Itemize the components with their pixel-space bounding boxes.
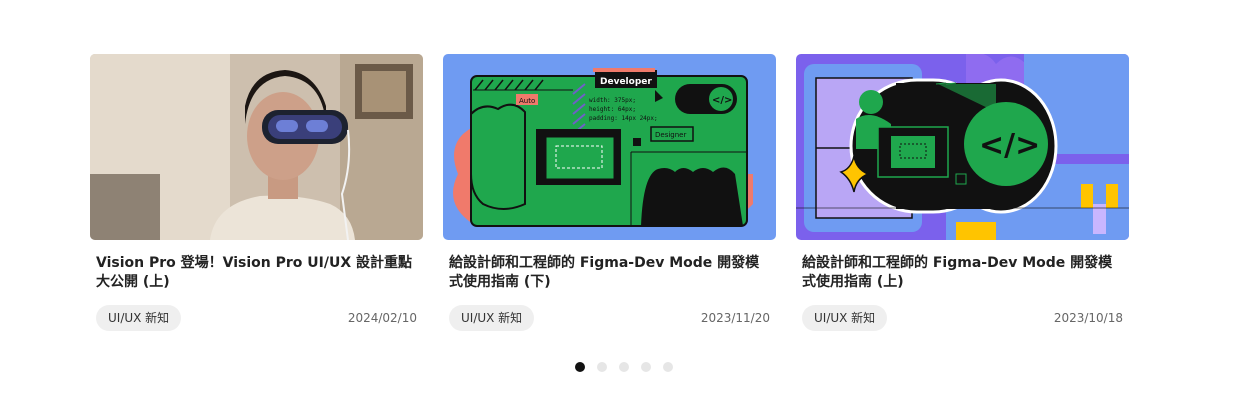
article-title[interactable]: Vision Pro 登場！Vision Pro UI/UX 設計重點大公開 (… <box>96 254 416 292</box>
pagination-dot-1[interactable] <box>575 362 585 372</box>
article-carousel: Vision Pro 登場！Vision Pro UI/UX 設計重點大公開 (… <box>90 54 1130 344</box>
carousel-pagination <box>0 362 1248 372</box>
pagination-dot-2[interactable] <box>597 362 607 372</box>
category-tag[interactable]: UI/UX 新知 <box>96 305 182 331</box>
code-icon: </> <box>979 128 1040 163</box>
article-card-figma-dev-mode-part2[interactable]: Auto Developer width: 375px; height: 64p… <box>443 54 776 334</box>
article-card-figma-dev-mode-part1[interactable]: </> 給設計師和工程師的 Figma-Dev Mode 開發模式使用指南 (上… <box>796 54 1129 334</box>
publish-date: 2023/10/18 <box>1053 311 1123 325</box>
category-tag[interactable]: UI/UX 新知 <box>449 305 535 331</box>
code-icon: </> <box>712 95 732 106</box>
developer-label: Developer <box>600 77 652 87</box>
article-thumbnail[interactable] <box>90 54 423 240</box>
article-thumbnail[interactable]: </> <box>796 54 1129 240</box>
article-thumbnail[interactable]: Auto Developer width: 375px; height: 64p… <box>443 54 776 240</box>
spec-width: width: 375px; <box>589 97 636 104</box>
publish-date: 2024/02/10 <box>347 311 417 325</box>
spec-height: height: 64px; <box>589 106 636 113</box>
auto-label: Auto <box>519 97 535 105</box>
designer-label: Designer <box>655 131 686 139</box>
pagination-dot-4[interactable] <box>641 362 651 372</box>
article-title[interactable]: 給設計師和工程師的 Figma-Dev Mode 開發模式使用指南 (上) <box>802 254 1122 292</box>
publish-date: 2023/11/20 <box>700 311 770 325</box>
category-tag[interactable]: UI/UX 新知 <box>802 305 888 331</box>
pagination-dot-5[interactable] <box>663 362 673 372</box>
pagination-dot-3[interactable] <box>619 362 629 372</box>
spec-padding: padding: 14px 24px; <box>589 115 658 122</box>
article-title[interactable]: 給設計師和工程師的 Figma-Dev Mode 開發模式使用指南 (下) <box>449 254 769 292</box>
article-card-vision-pro[interactable]: Vision Pro 登場！Vision Pro UI/UX 設計重點大公開 (… <box>90 54 423 334</box>
